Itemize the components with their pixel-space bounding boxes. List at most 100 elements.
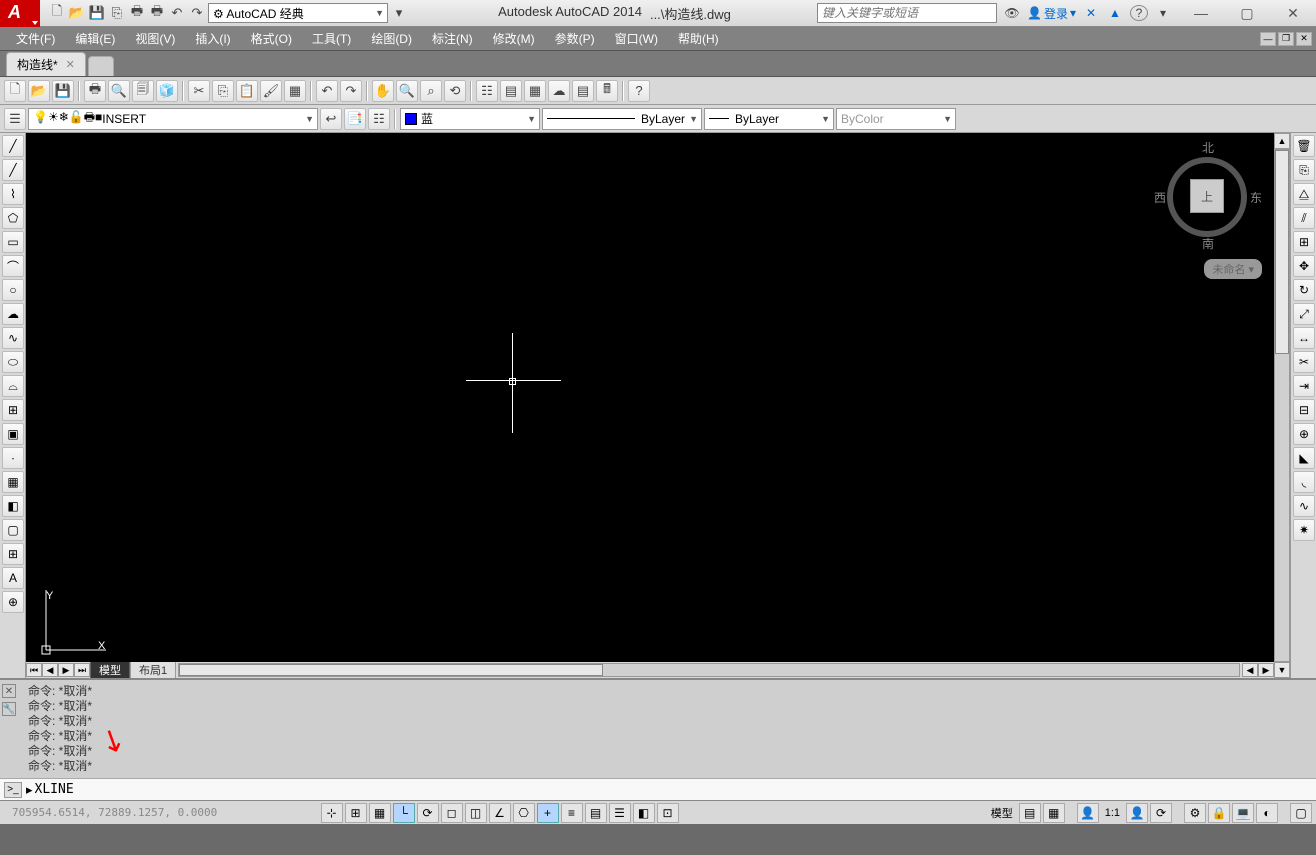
close-button[interactable]: ✕ — [1270, 0, 1316, 27]
mdi-minimize-button[interactable]: — — [1260, 32, 1276, 46]
revcloud-icon[interactable]: ☁ — [2, 303, 24, 325]
app-menu-button[interactable] — [0, 0, 40, 27]
block-icon[interactable]: ▦ — [284, 80, 306, 102]
paste-icon[interactable]: 📋 — [236, 80, 258, 102]
open-icon[interactable]: 📂 — [68, 4, 86, 22]
model-tab[interactable]: 模型 — [90, 660, 130, 680]
help-icon[interactable]: ? — [1130, 5, 1148, 21]
copy-icon[interactable]: ⎘ — [212, 80, 234, 102]
maximize-button[interactable]: ▢ — [1224, 0, 1270, 27]
mtext-icon[interactable]: A — [2, 567, 24, 589]
redo-icon[interactable]: ↷ — [188, 4, 206, 22]
help-dropdown-icon[interactable]: ▾ — [1154, 4, 1172, 22]
rectangle-icon[interactable]: ▭ — [2, 231, 24, 253]
region-icon[interactable]: ▢ — [2, 519, 24, 541]
trim-icon[interactable]: ✂ — [1293, 351, 1315, 373]
ducs-icon[interactable]: ⎔ — [513, 803, 535, 823]
array-icon[interactable]: ⊞ — [1293, 231, 1315, 253]
login-button[interactable]: 👤 登录 ▾ — [1027, 5, 1076, 22]
3dosnap-icon[interactable]: ◫ — [465, 803, 487, 823]
layer-dropdown[interactable]: 💡☀❄🔓🖶■ INSERT — [28, 108, 318, 130]
extend-icon[interactable]: ⇥ — [1293, 375, 1315, 397]
erase-icon[interactable]: 🗑 — [1293, 135, 1315, 157]
plot-preview-icon[interactable]: 🖶 — [148, 4, 166, 22]
zoom-prev-icon[interactable]: ⟲ — [444, 80, 466, 102]
menu-view[interactable]: 视图(V) — [125, 27, 185, 50]
menu-dimension[interactable]: 标注(N) — [422, 27, 483, 50]
qv-drawings-icon[interactable]: ▦ — [1043, 803, 1065, 823]
search-icon[interactable]: 👁 — [1003, 4, 1021, 22]
otrack-icon[interactable]: ∠ — [489, 803, 511, 823]
pline-icon[interactable]: ⌇ — [2, 183, 24, 205]
cut-icon[interactable]: ✂ — [188, 80, 210, 102]
exchange-icon[interactable]: ✕ — [1082, 4, 1100, 22]
viewcube-top[interactable]: 上 — [1190, 179, 1224, 213]
cmd-prompt-icon[interactable]: >_ — [4, 782, 22, 798]
props-icon[interactable]: ☷ — [476, 80, 498, 102]
tabs-last-icon[interactable]: ⏭ — [74, 663, 90, 677]
undo2-icon[interactable]: ↶ — [316, 80, 338, 102]
qp-icon[interactable]: ☰ — [609, 803, 631, 823]
new-tab-button[interactable] — [88, 56, 114, 76]
save-icon[interactable]: 💾 — [88, 4, 106, 22]
app-store-icon[interactable]: ▲ — [1106, 4, 1124, 22]
publish-icon[interactable]: 🗐 — [132, 80, 154, 102]
toolpal-icon[interactable]: ▦ — [524, 80, 546, 102]
gradient-icon[interactable]: ◧ — [2, 495, 24, 517]
dcenter-icon[interactable]: ▤ — [500, 80, 522, 102]
chamfer-icon[interactable]: ◣ — [1293, 447, 1315, 469]
color-dropdown[interactable]: 蓝 — [400, 108, 540, 130]
modelspace-label[interactable]: 模型 — [987, 805, 1017, 821]
sc-icon[interactable]: ◧ — [633, 803, 655, 823]
tabs-first-icon[interactable]: ⏮ — [26, 663, 42, 677]
3d-icon[interactable]: 🧊 — [156, 80, 178, 102]
coords-readout[interactable]: 705954.6514, 72889.1257, 0.0000 — [4, 806, 225, 819]
tpy-icon[interactable]: ▤ — [585, 803, 607, 823]
grid-icon[interactable]: ▦ — [369, 803, 391, 823]
cmd-wrench-icon[interactable]: 🔧 — [2, 702, 16, 716]
calc-icon[interactable]: 🖩 — [596, 80, 618, 102]
move-icon[interactable]: ✥ — [1293, 255, 1315, 277]
layer-manager-icon[interactable]: ☰ — [4, 108, 26, 130]
isolate-icon[interactable]: ◐ — [1256, 803, 1278, 823]
layer-state-icon[interactable]: 📑 — [344, 108, 366, 130]
v-scroll-up-icon[interactable]: ▲ — [1274, 133, 1290, 149]
lineweight-dropdown[interactable]: ByLayer — [704, 108, 834, 130]
qv-layouts-icon[interactable]: ▤ — [1019, 803, 1041, 823]
menu-edit[interactable]: 编辑(E) — [65, 27, 125, 50]
new-file-icon[interactable]: 🗋 — [4, 80, 26, 102]
make-block-icon[interactable]: ▣ — [2, 423, 24, 445]
h-scrollbar[interactable] — [178, 663, 1240, 677]
mirror-icon[interactable]: ⧋ — [1293, 183, 1315, 205]
annoauto-icon[interactable]: ⟳ — [1150, 803, 1172, 823]
toolbar-lock-icon[interactable]: 🔒 — [1208, 803, 1230, 823]
viewcube-menu[interactable]: 未命名 ▾ — [1204, 259, 1262, 279]
search-input[interactable] — [817, 3, 997, 23]
open-file-icon[interactable]: 📂 — [28, 80, 50, 102]
cmd-close-icon[interactable]: ✕ — [2, 684, 16, 698]
plotstyle-dropdown[interactable]: ByColor — [836, 108, 956, 130]
hardware-accel-icon[interactable]: 💻 — [1232, 803, 1254, 823]
layer-iso-icon[interactable]: ☷ — [368, 108, 390, 130]
zoom-window-icon[interactable]: ⌕ — [420, 80, 442, 102]
dyn-icon[interactable]: + — [537, 803, 559, 823]
layer-prev-icon[interactable]: ↩ — [320, 108, 342, 130]
command-line[interactable]: >_ ▸ — [0, 778, 1316, 800]
offset-icon[interactable]: ⫽ — [1293, 207, 1315, 229]
match-icon[interactable]: 🖌 — [260, 80, 282, 102]
menu-window[interactable]: 窗口(W) — [605, 27, 668, 50]
circle-icon[interactable]: ○ — [2, 279, 24, 301]
viewcube-east[interactable]: 东 — [1250, 189, 1262, 206]
help2-icon[interactable]: ? — [628, 80, 650, 102]
menu-help[interactable]: 帮助(H) — [668, 27, 729, 50]
viewcube-west[interactable]: 西 — [1154, 189, 1166, 206]
ortho-icon[interactable]: └ — [393, 803, 415, 823]
minimize-button[interactable]: — — [1178, 0, 1224, 27]
menu-format[interactable]: 格式(O) — [241, 27, 302, 50]
infer-icon[interactable]: ⊹ — [321, 803, 343, 823]
annoscale-value[interactable]: 1:1 — [1101, 807, 1124, 819]
lwt-icon[interactable]: ≡ — [561, 803, 583, 823]
menu-parametric[interactable]: 参数(P) — [545, 27, 605, 50]
saveas-icon[interactable]: ⎘ — [108, 4, 126, 22]
ws-switch-icon[interactable]: ⚙ — [1184, 803, 1206, 823]
